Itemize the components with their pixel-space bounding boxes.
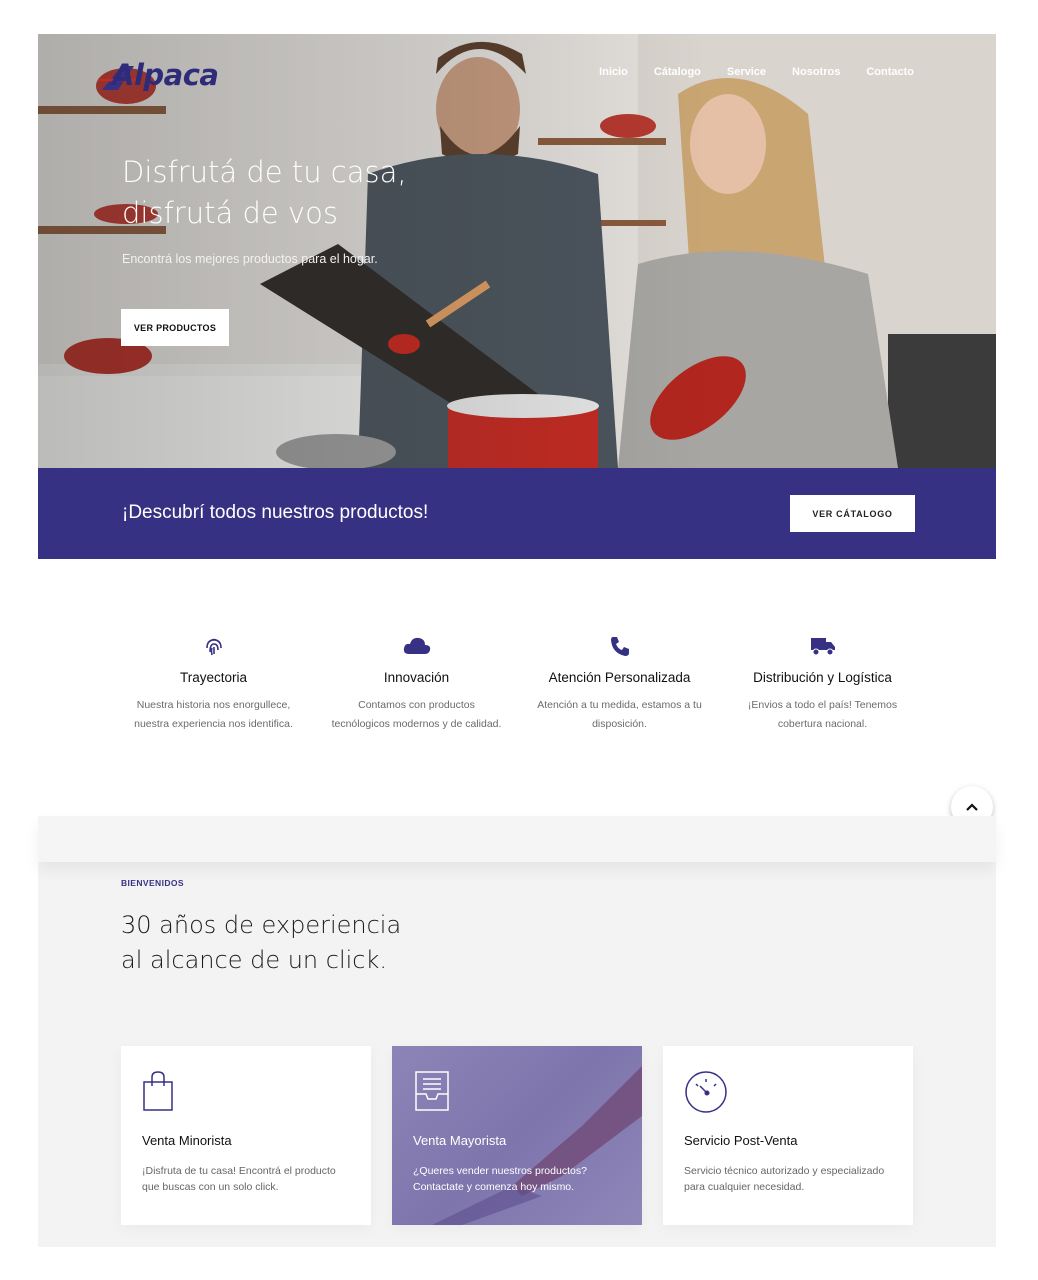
catalog-band: ¡Descubrí todos nuestros productos! VER …	[38, 468, 996, 559]
hero-title-line1: Disfrutá de tu casa,	[122, 155, 407, 189]
main-nav: Inicio Cátalogo Service Nosotros Contact…	[599, 66, 914, 78]
ver-productos-button[interactable]: VER PRODUCTOS	[121, 309, 229, 346]
card-desc: ¡Disfruta de tu casa! Encontrá el produc…	[142, 1165, 336, 1193]
features-row: Trayectoria Nuestra historia nos enorgul…	[112, 632, 924, 734]
feature-distribucion: Distribución y Logística ¡Envios a todo …	[721, 632, 924, 734]
feature-desc: ¡Envios a todo el país! Tenemos cobertura…	[747, 699, 898, 730]
hero-title: Disfrutá de tu casa, disfrutá de vos	[122, 152, 452, 234]
card-title: Venta Minorista	[142, 1133, 232, 1148]
nav-contacto[interactable]: Contacto	[866, 66, 914, 78]
nav-catalogo[interactable]: Cátalogo	[654, 66, 701, 78]
section-eyebrow: BIENVENIDOS	[121, 878, 184, 888]
phone-icon	[518, 632, 721, 660]
card-servicio-post-venta[interactable]: Servicio Post-Venta Servicio técnico aut…	[663, 1046, 913, 1225]
feature-desc: Nuestra historia nos enorgullece, nuestra…	[134, 699, 293, 730]
band-text: ¡Descubrí todos nuestros productos!	[122, 502, 429, 523]
card-title: Servicio Post-Venta	[684, 1133, 798, 1148]
feature-title: Innovación	[383, 670, 450, 685]
fingerprint-icon	[112, 632, 315, 660]
card-venta-mayorista[interactable]: Venta Mayorista ¿Queres vender nuestros …	[392, 1046, 642, 1225]
hero-section: Alpaca Inicio Cátalogo Service Nosotros …	[38, 34, 996, 468]
service-cards: Venta Minorista ¡Disfruta de tu casa! En…	[121, 1046, 913, 1225]
feature-atencion: Atención Personalizada Atención a tu med…	[518, 632, 721, 734]
nav-inicio[interactable]: Inicio	[599, 66, 628, 78]
inbox-tray-icon	[413, 1070, 621, 1114]
feature-innovacion: Innovación Contamos con productos tecnólo…	[315, 632, 518, 734]
feature-desc: Atención a tu medida, estamos a tu dispos…	[537, 699, 702, 730]
cloud-icon	[315, 632, 518, 660]
nav-service[interactable]: Service	[727, 66, 766, 78]
card-desc: ¿Queres vender nuestros productos? Contac…	[413, 1165, 587, 1193]
chevron-up-icon	[966, 803, 978, 811]
shopping-bag-icon	[142, 1070, 350, 1114]
hero-subtitle: Encontrá los mejores productos para el h…	[122, 252, 378, 266]
card-title: Venta Mayorista	[413, 1133, 507, 1148]
card-desc: Servicio técnico autorizado y especializ…	[684, 1165, 885, 1193]
nav-nosotros[interactable]: Nosotros	[792, 66, 840, 78]
welcome-title: 30 años de experiencia al alcance de un c…	[121, 911, 402, 974]
feature-desc: Contamos con productos tecnólogicos moder…	[331, 699, 502, 730]
ver-catalogo-button[interactable]: VER CÁTALOGO	[790, 495, 915, 532]
feature-title: Trayectoria	[179, 670, 248, 685]
welcome-section: BIENVENIDOS 30 años de experiencia al alc…	[38, 816, 996, 1247]
hero-title-line2: disfrutá de vos	[122, 196, 338, 230]
brand-name[interactable]: Alpaca	[112, 58, 219, 92]
truck-icon	[721, 632, 924, 660]
feature-title: Distribución y Logística	[753, 670, 892, 685]
card-venta-minorista[interactable]: Venta Minorista ¡Disfruta de tu casa! En…	[121, 1046, 371, 1225]
gauge-icon	[684, 1070, 892, 1114]
feature-title: Atención Personalizada	[548, 670, 691, 685]
feature-trayectoria: Trayectoria Nuestra historia nos enorgul…	[112, 632, 315, 734]
